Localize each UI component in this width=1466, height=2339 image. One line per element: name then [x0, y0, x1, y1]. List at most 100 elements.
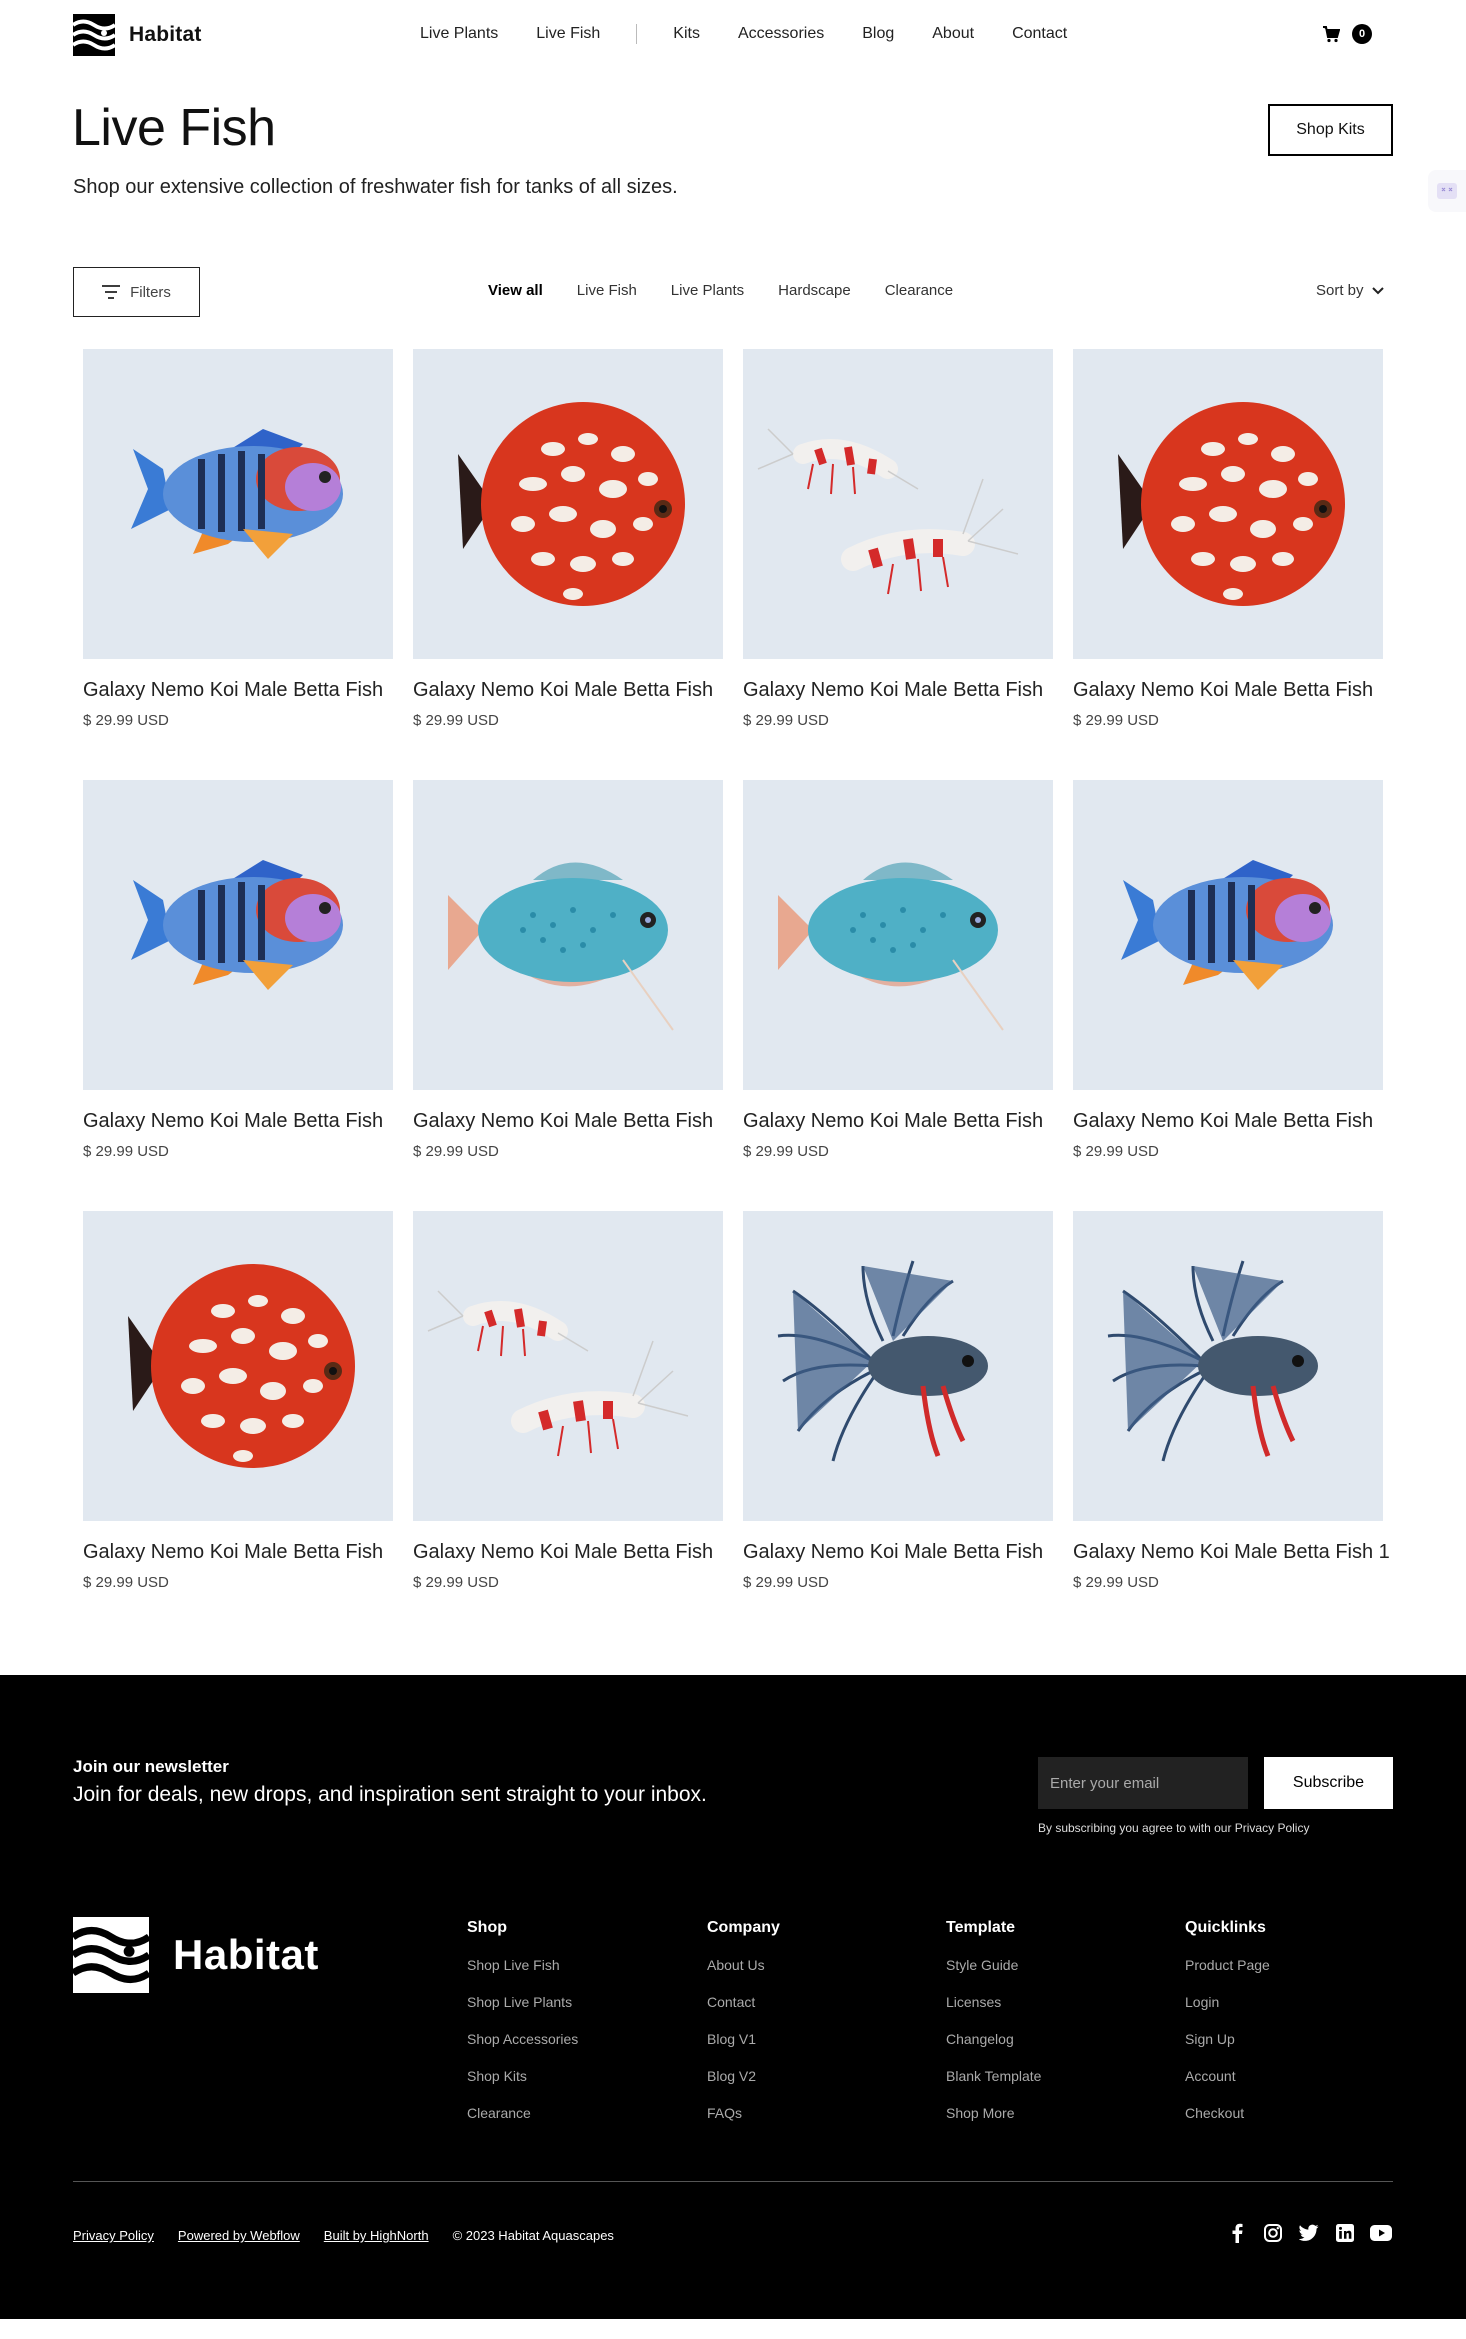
shop-kits-button[interactable]: Shop Kits	[1268, 104, 1393, 156]
privacy-policy-link[interactable]: Privacy Policy	[73, 2228, 154, 2243]
product-card[interactable]: Galaxy Nemo Koi Male Betta Fish $ 29.99 …	[413, 780, 723, 1211]
product-title[interactable]: Galaxy Nemo Koi Male Betta Fish	[413, 1541, 723, 1564]
footer-link-style-guide[interactable]: Style Guide	[946, 1957, 1041, 1973]
footer-link-contact[interactable]: Contact	[707, 1994, 780, 2010]
product-price: $ 29.99 USD	[1073, 712, 1159, 729]
tab-view-all[interactable]: View all	[488, 282, 543, 299]
blue-cichlid-illustration	[131, 860, 343, 990]
facebook-icon[interactable]	[1226, 2222, 1248, 2244]
blue-cichlid-illustration	[1121, 860, 1333, 990]
product-title[interactable]: Galaxy Nemo Koi Male Betta Fish	[743, 1541, 1053, 1564]
footer-link-shop-live-fish[interactable]: Shop Live Fish	[467, 1957, 578, 1973]
side-widget[interactable]	[1428, 170, 1466, 212]
footer-link-shop-live-plants[interactable]: Shop Live Plants	[467, 1994, 578, 2010]
brand-logo[interactable]: Habitat	[73, 14, 202, 56]
nav-accessories[interactable]: Accessories	[738, 25, 824, 43]
product-title[interactable]: Galaxy Nemo Koi Male Betta Fish 1	[1073, 1541, 1390, 1564]
chevron-down-icon	[1371, 286, 1384, 294]
product-image[interactable]	[413, 1211, 723, 1521]
email-field[interactable]	[1038, 1757, 1248, 1809]
powered-by-webflow-link[interactable]: Powered by Webflow	[178, 2228, 300, 2243]
footer-link-clearance[interactable]: Clearance	[467, 2105, 578, 2121]
footer-link-product-page[interactable]: Product Page	[1185, 1957, 1270, 1973]
footer-link-shop-kits[interactable]: Shop Kits	[467, 2068, 578, 2084]
footer-link-shop-more[interactable]: Shop More	[946, 2105, 1041, 2121]
footer-link-blank-template[interactable]: Blank Template	[946, 2068, 1041, 2084]
product-image[interactable]	[743, 1211, 1053, 1521]
product-card[interactable]: Galaxy Nemo Koi Male Betta Fish $ 29.99 …	[743, 1211, 1053, 1642]
nav-blog[interactable]: Blog	[862, 25, 894, 43]
nav-about[interactable]: About	[932, 25, 974, 43]
footer-link-changelog[interactable]: Changelog	[946, 2031, 1041, 2047]
product-title[interactable]: Galaxy Nemo Koi Male Betta Fish	[83, 1110, 393, 1133]
instagram-icon[interactable]	[1262, 2222, 1284, 2244]
product-image[interactable]	[1073, 1211, 1383, 1521]
product-card[interactable]: Galaxy Nemo Koi Male Betta Fish $ 29.99 …	[413, 1211, 723, 1642]
footer-link-shop-accessories[interactable]: Shop Accessories	[467, 2031, 578, 2047]
tab-live-fish[interactable]: Live Fish	[577, 282, 637, 299]
tab-hardscape[interactable]: Hardscape	[778, 282, 851, 299]
top-nav: Habitat Live Plants Live Fish Kits Acces…	[0, 0, 1466, 72]
product-image[interactable]	[1073, 349, 1383, 659]
product-card[interactable]: Galaxy Nemo Koi Male Betta Fish $ 29.99 …	[83, 1211, 393, 1642]
nav-live-fish[interactable]: Live Fish	[536, 25, 600, 43]
product-title[interactable]: Galaxy Nemo Koi Male Betta Fish	[1073, 679, 1383, 702]
footer-logo[interactable]: Habitat	[73, 1917, 319, 1993]
product-card[interactable]: Galaxy Nemo Koi Male Betta Fish $ 29.99 …	[413, 349, 723, 780]
product-card[interactable]: Galaxy Nemo Koi Male Betta Fish 1 $ 29.9…	[1073, 1211, 1390, 1642]
footer-link-checkout[interactable]: Checkout	[1185, 2105, 1270, 2121]
product-title[interactable]: Galaxy Nemo Koi Male Betta Fish	[413, 1110, 723, 1133]
footer-link-about-us[interactable]: About Us	[707, 1957, 780, 1973]
tab-live-plants[interactable]: Live Plants	[671, 282, 744, 299]
product-image[interactable]	[743, 349, 1053, 659]
product-price: $ 29.99 USD	[83, 712, 169, 729]
product-card[interactable]: Galaxy Nemo Koi Male Betta Fish $ 29.99 …	[83, 780, 393, 1211]
product-image[interactable]	[413, 349, 723, 659]
product-card[interactable]: Galaxy Nemo Koi Male Betta Fish $ 29.99 …	[83, 349, 393, 780]
footer-link-sign-up[interactable]: Sign Up	[1185, 2031, 1270, 2047]
cart-button[interactable]: 0	[1322, 24, 1372, 44]
product-card[interactable]: Galaxy Nemo Koi Male Betta Fish $ 29.99 …	[743, 349, 1053, 780]
filters-label: Filters	[130, 283, 171, 301]
linkedin-icon[interactable]	[1334, 2222, 1356, 2244]
nav-live-plants[interactable]: Live Plants	[420, 25, 498, 43]
product-title[interactable]: Galaxy Nemo Koi Male Betta Fish	[83, 1541, 393, 1564]
twitter-icon[interactable]	[1298, 2222, 1320, 2244]
product-price: $ 29.99 USD	[83, 1143, 169, 1160]
newsletter-subtitle: Join for deals, new drops, and inspirati…	[73, 1783, 707, 1806]
product-image[interactable]	[83, 349, 393, 659]
built-by-highnorth-link[interactable]: Built by HighNorth	[324, 2228, 429, 2243]
blue-cichlid-illustration	[131, 429, 343, 559]
product-title[interactable]: Galaxy Nemo Koi Male Betta Fish	[83, 679, 393, 702]
product-image[interactable]	[413, 780, 723, 1090]
footer-legal: Privacy Policy Powered by Webflow Built …	[73, 2228, 614, 2243]
sort-dropdown[interactable]: Sort by	[1316, 282, 1384, 299]
product-image[interactable]	[743, 780, 1053, 1090]
tab-clearance[interactable]: Clearance	[885, 282, 953, 299]
footer-link-account[interactable]: Account	[1185, 2068, 1270, 2084]
product-title[interactable]: Galaxy Nemo Koi Male Betta Fish	[743, 679, 1053, 702]
footer-link-faqs[interactable]: FAQs	[707, 2105, 780, 2121]
product-card[interactable]: Galaxy Nemo Koi Male Betta Fish $ 29.99 …	[743, 780, 1053, 1211]
nav-contact[interactable]: Contact	[1012, 25, 1067, 43]
subscribe-button[interactable]: Subscribe	[1264, 1757, 1393, 1809]
footer-link-blog-v2[interactable]: Blog V2	[707, 2068, 780, 2084]
product-card[interactable]: Galaxy Nemo Koi Male Betta Fish $ 29.99 …	[1073, 349, 1383, 780]
youtube-icon[interactable]	[1370, 2222, 1392, 2244]
footer-link-login[interactable]: Login	[1185, 1994, 1270, 2010]
footer-link-licenses[interactable]: Licenses	[946, 1994, 1041, 2010]
footer-col-company: Company About Us Contact Blog V1 Blog V2…	[707, 1919, 780, 2142]
footer: Join our newsletter Join for deals, new …	[0, 1675, 1466, 2319]
product-title[interactable]: Galaxy Nemo Koi Male Betta Fish	[413, 679, 723, 702]
product-image[interactable]	[1073, 780, 1383, 1090]
cart-count-badge: 0	[1352, 24, 1372, 44]
nav-kits[interactable]: Kits	[673, 25, 700, 43]
product-image[interactable]	[83, 780, 393, 1090]
product-card[interactable]: Galaxy Nemo Koi Male Betta Fish $ 29.99 …	[1073, 780, 1383, 1211]
product-title[interactable]: Galaxy Nemo Koi Male Betta Fish	[743, 1110, 1053, 1133]
footer-link-blog-v1[interactable]: Blog V1	[707, 2031, 780, 2047]
red-shrimp-illustration	[757, 428, 1019, 595]
product-image[interactable]	[83, 1211, 393, 1521]
filters-button[interactable]: Filters	[73, 267, 200, 317]
product-title[interactable]: Galaxy Nemo Koi Male Betta Fish	[1073, 1110, 1383, 1133]
